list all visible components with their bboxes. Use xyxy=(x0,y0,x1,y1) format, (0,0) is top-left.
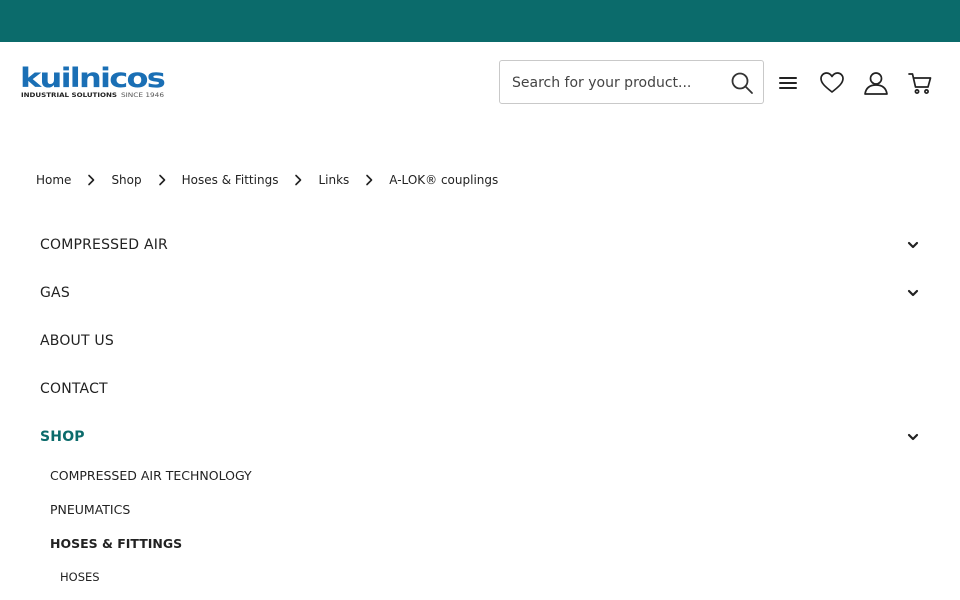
chevron-right-icon xyxy=(292,174,304,186)
submenu-item-hoses[interactable]: HOSES xyxy=(60,570,100,584)
cart-icon[interactable] xyxy=(907,70,933,96)
chevron-down-icon[interactable] xyxy=(906,286,920,300)
heart-icon[interactable] xyxy=(819,70,845,96)
menu-item-gas[interactable]: GAS xyxy=(40,281,920,305)
submenu-item-compressed-air-technology[interactable]: COMPRESSED AIR TECHNOLOGY xyxy=(50,468,252,483)
menu-item-label: COMPRESSED AIR xyxy=(40,237,168,253)
top-banner xyxy=(0,0,960,42)
breadcrumb-current: A-LOK® couplings xyxy=(389,173,499,187)
breadcrumb-links[interactable]: Links xyxy=(318,173,349,187)
breadcrumb-home[interactable]: Home xyxy=(36,173,71,187)
menu-icon[interactable] xyxy=(775,70,801,96)
menu-item-compressed-air[interactable]: COMPRESSED AIR xyxy=(40,233,920,257)
search-icon[interactable] xyxy=(729,70,755,96)
chevron-down-icon[interactable] xyxy=(906,238,920,252)
user-icon[interactable] xyxy=(863,70,889,96)
search-input[interactable] xyxy=(512,72,717,94)
search-box[interactable] xyxy=(499,60,764,104)
breadcrumb-hoses-fittings[interactable]: Hoses & Fittings xyxy=(182,173,279,187)
logo-since: SINCE 1946 xyxy=(121,91,164,99)
menu-item-shop[interactable]: SHOP xyxy=(40,425,920,449)
site-logo[interactable]: kuilnicos INDUSTRIAL SOLUTIONS SINCE 194… xyxy=(20,64,166,100)
breadcrumb: Home Shop Hoses & Fittings Links A-LOK® … xyxy=(36,171,498,189)
chevron-right-icon xyxy=(363,174,375,186)
menu-item-about-us[interactable]: ABOUT US xyxy=(40,329,920,353)
menu-item-label: CONTACT xyxy=(40,381,108,397)
menu-item-contact[interactable]: CONTACT xyxy=(40,377,920,401)
breadcrumb-shop[interactable]: Shop xyxy=(111,173,141,187)
chevron-right-icon xyxy=(156,174,168,186)
logo-brand: kuilnicos xyxy=(20,64,165,94)
menu-item-label: GAS xyxy=(40,285,70,301)
submenu-item-pneumatics[interactable]: PNEUMATICS xyxy=(50,502,130,517)
menu-item-label: ABOUT US xyxy=(40,333,114,349)
submenu-item-hoses-fittings[interactable]: HOSES & FITTINGS xyxy=(50,536,182,551)
logo-tagline: INDUSTRIAL SOLUTIONS xyxy=(21,91,117,99)
chevron-right-icon xyxy=(85,174,97,186)
menu-item-label: SHOP xyxy=(40,429,85,445)
chevron-down-icon[interactable] xyxy=(906,430,920,444)
